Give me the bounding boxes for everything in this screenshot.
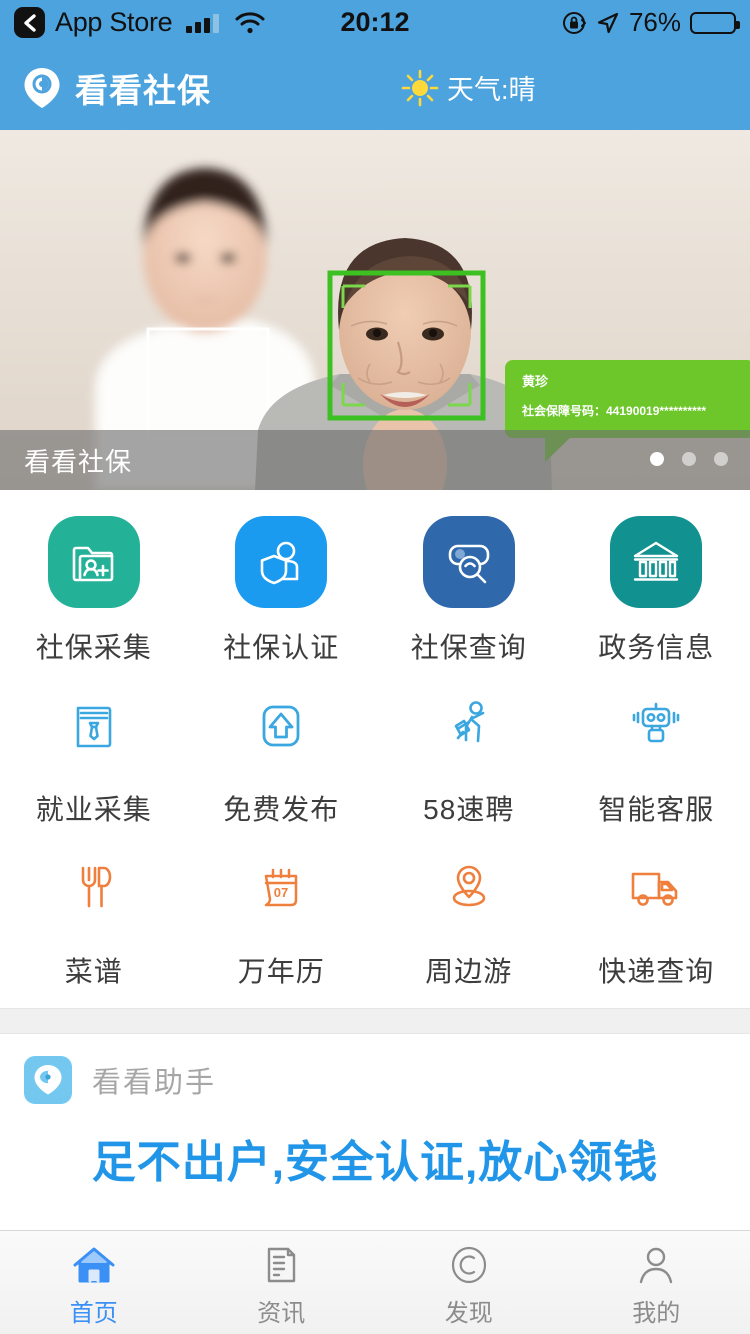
grid-item-label: 智能客服 (598, 794, 715, 825)
brand: 看看社保 (22, 64, 211, 112)
assistant-pin-eye-icon (24, 1056, 72, 1104)
government-building-icon (610, 516, 703, 608)
grid-item-shebao-renzheng[interactable]: 社保认证 (188, 504, 376, 676)
robot-icon (610, 680, 702, 772)
tab-label: 首页 (69, 1300, 118, 1327)
feature-grid-row-2: 就业采集 免费发布 58速聘 智能客服 (0, 676, 750, 838)
grid-item-label: 周边游 (425, 956, 513, 987)
tab-label: 我的 (632, 1300, 681, 1327)
grid-item-label: 政务信息 (598, 632, 715, 663)
section-divider (0, 1008, 750, 1034)
banner-caption-bar: 看看社保 (0, 430, 750, 490)
tab-home[interactable]: 首页 (0, 1231, 188, 1334)
grid-item-shebao-caiji[interactable]: 社保采集 (0, 504, 188, 676)
status-bar-right: 76% (561, 7, 740, 38)
fork-spoon-icon (48, 842, 140, 934)
tab-label: 发现 (444, 1300, 493, 1327)
grid-item-kuaidi-chaxun[interactable]: 快递查询 (563, 838, 750, 1000)
tab-news[interactable]: 资讯 (188, 1231, 376, 1334)
tab-label: 资讯 (257, 1300, 306, 1327)
weather-widget[interactable]: 天气:晴 (400, 68, 536, 108)
grid-item-label: 就业采集 (35, 794, 152, 825)
discover-icon (448, 1243, 490, 1287)
grid-item-label: 免费发布 (223, 794, 340, 825)
feature-grid-row-3: 菜谱 07 万年历 周边游 快递查询 (0, 838, 750, 1000)
assistant-header: 看看助手 (24, 1056, 726, 1104)
location-arrow-icon (596, 11, 620, 35)
rotation-lock-icon (561, 10, 587, 36)
weather-label: 天气:晴 (447, 75, 536, 105)
grid-item-caipu[interactable]: 菜谱 (0, 838, 188, 1000)
tab-profile[interactable]: 我的 (563, 1231, 750, 1334)
grid-item-zhineng-kefu[interactable]: 智能客服 (563, 676, 750, 838)
home-icon (71, 1243, 117, 1287)
banner-dot-2[interactable] (682, 452, 696, 466)
grid-item-label: 社保认证 (223, 632, 340, 663)
banner-dot-1[interactable] (650, 452, 664, 466)
app-pin-logo-icon (22, 66, 62, 110)
status-bar: App Store 20:12 76% (0, 0, 750, 45)
profile-icon (635, 1243, 677, 1287)
upload-arrow-icon (235, 680, 327, 772)
wifi-icon (235, 11, 265, 34)
grid-item-zhoubianyou[interactable]: 周边游 (375, 838, 563, 1000)
banner-pagination-dots[interactable] (650, 452, 728, 466)
grid-item-shebao-chaxun[interactable]: 社保查询 (375, 504, 563, 676)
calendar-icon: 07 (235, 842, 327, 934)
svg-text:黄珍: 黄珍 (522, 374, 549, 389)
card-search-icon (422, 516, 515, 608)
app-title: 看看社保 (75, 71, 211, 109)
assistant-slogan: 足不出户,安全认证,放心领钱 (91, 1138, 659, 1187)
grid-item-58-supin[interactable]: 58速聘 (375, 676, 563, 838)
grid-item-label: 社保采集 (35, 632, 152, 663)
battery-icon (690, 11, 740, 34)
cellular-signal-icon (186, 13, 220, 33)
user-shield-icon (235, 516, 328, 608)
grid-item-wannianli[interactable]: 07 万年历 (188, 838, 376, 1000)
svg-text:社会保障号码：44190019**********: 社会保障号码：44190019********** (521, 403, 706, 418)
calendar-day-number: 07 (274, 885, 288, 900)
grid-item-jiuye-caiji[interactable]: 就业采集 (0, 676, 188, 838)
grid-item-mianfei-fabu[interactable]: 免费发布 (188, 676, 376, 838)
delivery-truck-icon (610, 842, 702, 934)
banner-dot-3[interactable] (714, 452, 728, 466)
folder-add-user-icon (47, 516, 140, 608)
grid-item-label: 菜谱 (64, 956, 123, 987)
assistant-name: 看看助手 (92, 1067, 217, 1099)
resume-tie-icon (48, 680, 140, 772)
grid-item-label: 社保查询 (410, 632, 527, 663)
grid-item-zhengwu-xinxi[interactable]: 政务信息 (563, 504, 750, 676)
running-person-icon (423, 680, 515, 772)
assistant-section[interactable]: 看看助手 足不出户,安全认证,放心领钱 (0, 1034, 750, 1210)
tab-discover[interactable]: 发现 (375, 1231, 563, 1334)
banner-carousel[interactable]: 黄珍 社会保障号码：44190019********** 中国人力资源 东莞市社… (0, 130, 750, 490)
map-pin-icon (423, 842, 515, 934)
feature-grid-row-1: 社保采集 社保认证 社保查询 政务信息 (0, 504, 750, 676)
feature-grid: 社保采集 社保认证 社保查询 政务信息 就业采集 免费发布 58速聘 智能客服 … (0, 490, 750, 1008)
battery-percent-label: 76% (628, 7, 681, 37)
chevron-left-icon[interactable] (14, 7, 45, 38)
grid-item-label: 快递查询 (598, 956, 715, 987)
bottom-tab-bar: 首页 资讯 发现 我的 (0, 1230, 750, 1334)
grid-item-label: 58速聘 (423, 794, 515, 825)
status-bar-back-label[interactable]: App Store (55, 7, 173, 38)
banner-caption: 看看社保 (24, 446, 133, 477)
news-icon (260, 1243, 302, 1287)
sun-icon (400, 68, 440, 108)
app-header: 看看社保 天气:晴 (0, 45, 750, 130)
status-bar-left: App Store (14, 7, 265, 38)
grid-item-label: 万年历 (237, 956, 325, 987)
